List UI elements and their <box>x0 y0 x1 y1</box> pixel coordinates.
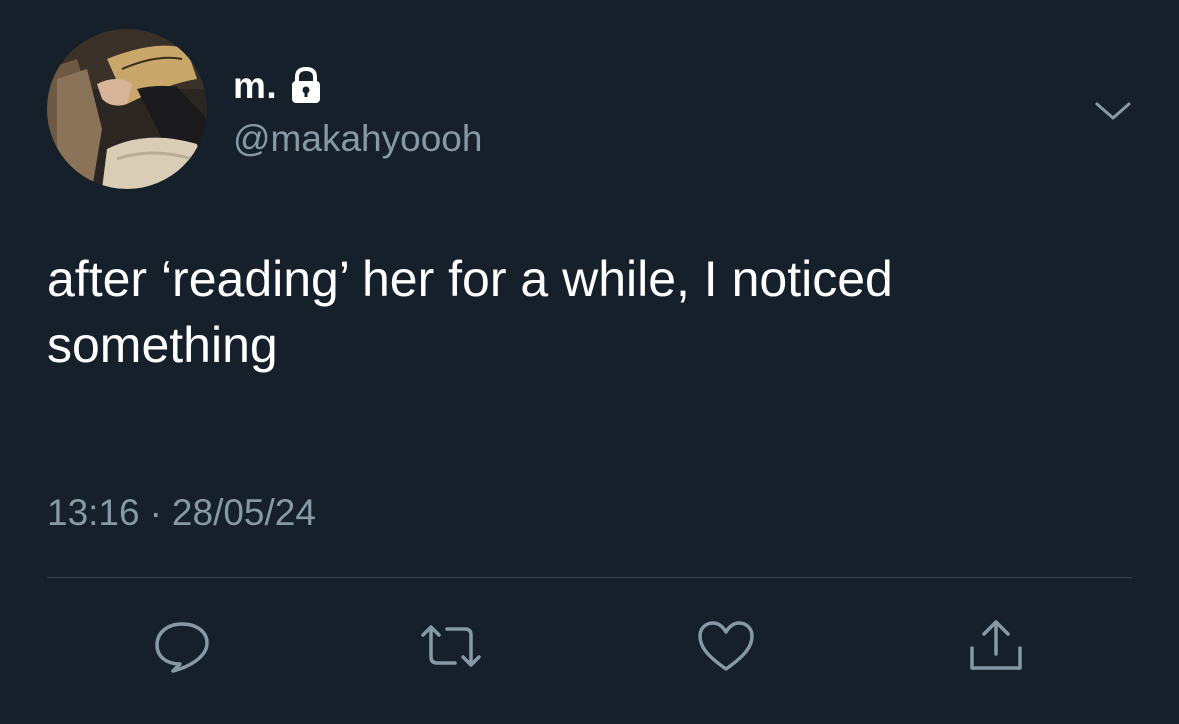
retweet-icon <box>421 625 481 667</box>
share-icon <box>970 620 1022 670</box>
chevron-down-icon[interactable] <box>1093 96 1133 124</box>
tweet-card: m. @makahyoooh after ‘reading’ her for a… <box>0 0 1179 724</box>
divider <box>47 577 1132 578</box>
share-button[interactable] <box>964 614 1028 678</box>
lock-icon <box>289 66 323 106</box>
profile-photo <box>47 29 207 189</box>
display-name[interactable]: m. <box>233 64 277 108</box>
tweet-time: 13:16 <box>47 492 140 533</box>
avatar[interactable] <box>47 29 207 189</box>
separator-dot: · <box>149 492 162 533</box>
like-button[interactable] <box>694 614 758 678</box>
tweet-date: 28/05/24 <box>171 492 316 533</box>
name-row: m. <box>233 64 323 108</box>
user-handle[interactable]: @makahyoooh <box>233 115 482 163</box>
heart-icon <box>698 621 754 671</box>
retweet-button[interactable] <box>419 614 483 678</box>
reply-button[interactable] <box>150 614 214 678</box>
tweet-timestamp[interactable]: 13:16 · 28/05/24 <box>47 488 316 538</box>
tweet-text: after ‘reading’ her for a while, I notic… <box>47 251 893 373</box>
reply-icon <box>155 622 209 673</box>
